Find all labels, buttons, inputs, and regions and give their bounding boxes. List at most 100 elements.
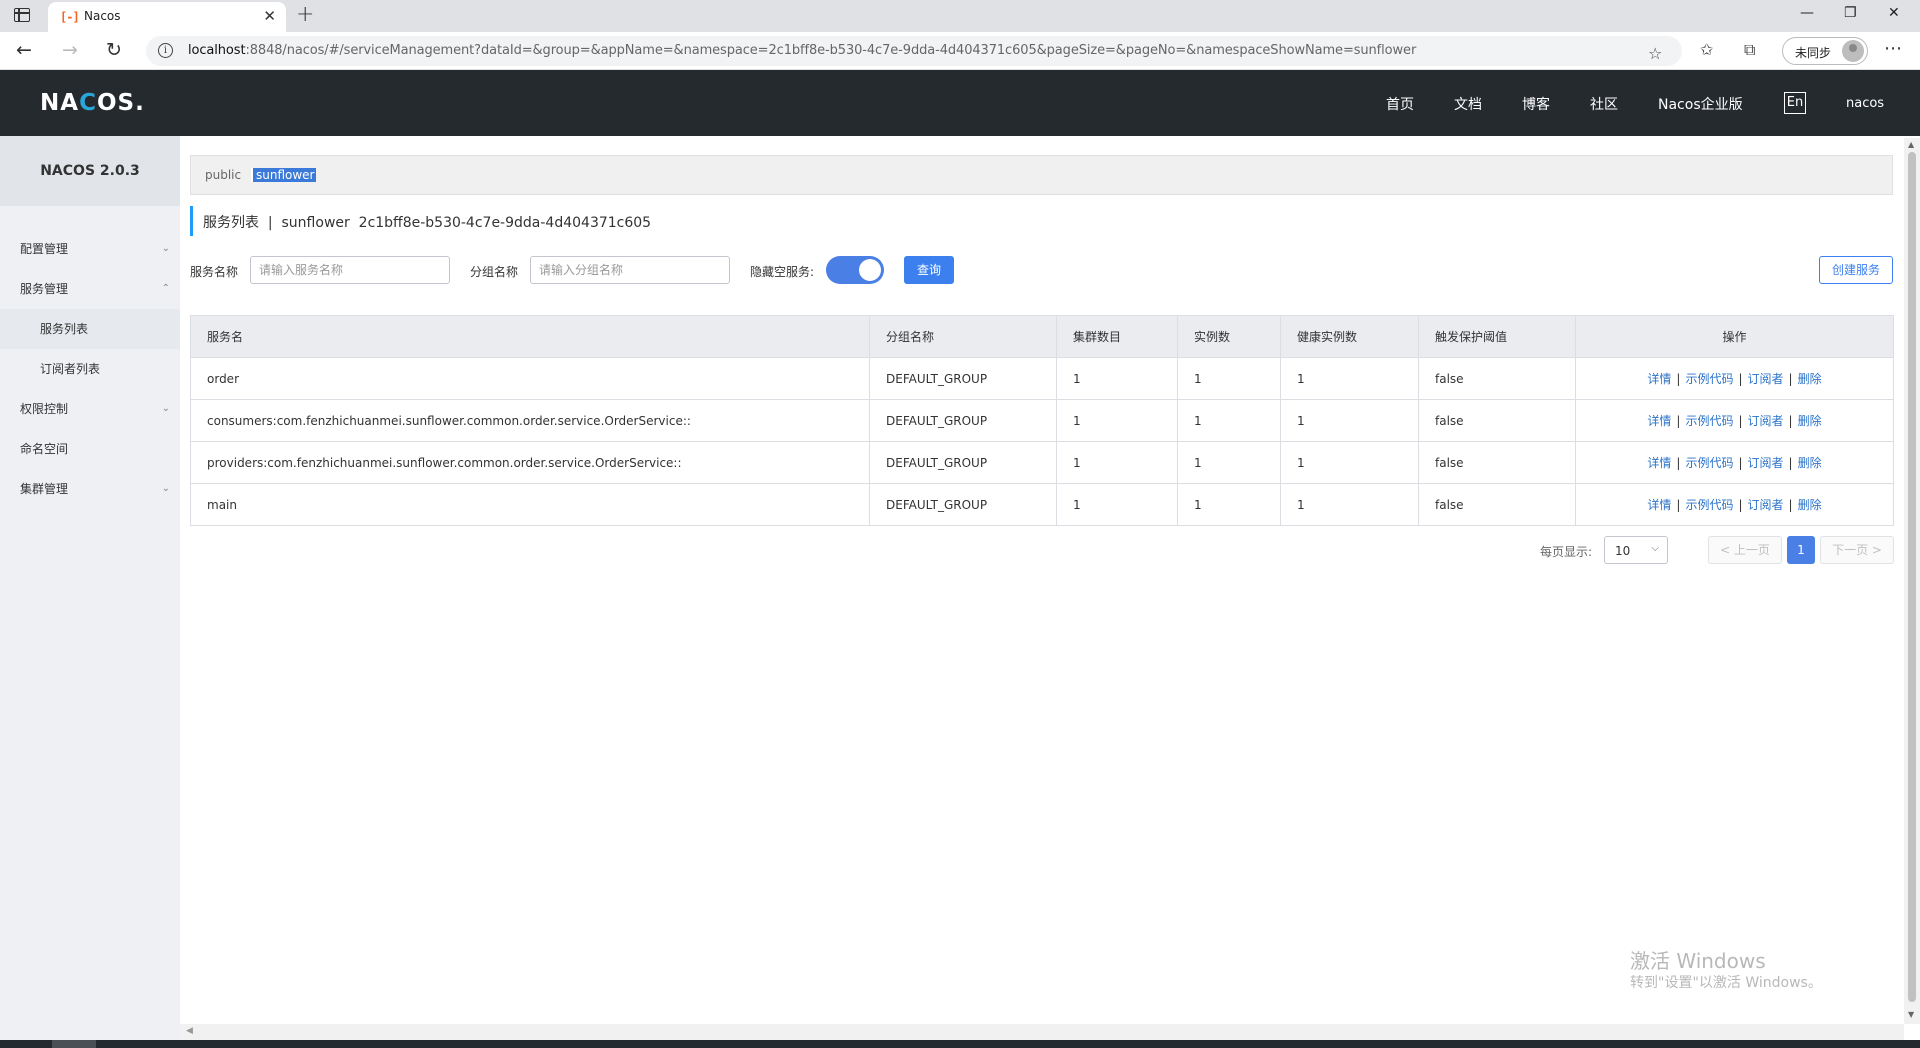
next-page-button[interactable]: 下一页 >: [1820, 536, 1894, 564]
vertical-scrollbar[interactable]: ▲ ▼: [1904, 138, 1920, 1024]
horizontal-scrollbar[interactable]: ◀: [180, 1024, 1904, 1040]
instances-cell: 1: [1177, 441, 1281, 484]
back-icon[interactable]: ←: [16, 39, 32, 61]
sidebar-item-cluster[interactable]: 集群管理 ⌄: [0, 469, 180, 509]
healthy-cell: 1: [1280, 441, 1419, 484]
sidebar-item-label: 权限控制: [20, 402, 69, 416]
subscribers-link[interactable]: 订阅者: [1748, 498, 1784, 512]
sample-code-link[interactable]: 示例代码: [1685, 372, 1733, 386]
page-size-select[interactable]: 10 ⌵: [1604, 536, 1668, 564]
nacos-logo[interactable]: NACOS.: [40, 90, 145, 116]
separator: |: [1676, 372, 1681, 386]
namespace-public[interactable]: public: [205, 168, 241, 182]
profile-button[interactable]: 未同步: [1782, 37, 1868, 65]
add-favorite-icon[interactable]: ☆: [1648, 44, 1662, 63]
nav-enterprise[interactable]: Nacos企业版: [1658, 94, 1743, 114]
chevron-down-icon: ⌄: [161, 483, 170, 494]
new-tab-icon[interactable]: +: [296, 2, 314, 27]
protect-cell: false: [1418, 483, 1576, 526]
detail-link[interactable]: 详情: [1647, 456, 1671, 470]
browser-tab[interactable]: [-] Nacos ✕: [48, 2, 286, 32]
prev-page-button[interactable]: < 上一页: [1708, 536, 1782, 564]
close-tab-icon[interactable]: ✕: [263, 7, 276, 25]
operations-cell: 详情 | 示例代码 | 订阅者 | 删除: [1575, 399, 1894, 442]
detail-link[interactable]: 详情: [1647, 498, 1671, 512]
subscribers-link[interactable]: 订阅者: [1748, 372, 1784, 386]
more-menu-icon[interactable]: ⋯: [1884, 38, 1902, 59]
service-name-input[interactable]: [250, 256, 450, 284]
activation-watermark-title: 激活 Windows: [1630, 949, 1766, 973]
sidebar-item-config[interactable]: 配置管理 ⌄: [0, 229, 180, 269]
close-window-icon[interactable]: ✕: [1888, 5, 1900, 21]
healthy-cell: 1: [1280, 483, 1419, 526]
operations-cell: 详情 | 示例代码 | 订阅者 | 删除: [1575, 357, 1894, 400]
sidebar-item-label: 配置管理: [20, 242, 69, 256]
sample-code-link[interactable]: 示例代码: [1685, 414, 1733, 428]
tab-actions-icon[interactable]: [14, 8, 30, 22]
instances-cell: 1: [1177, 399, 1281, 442]
user-menu[interactable]: nacos: [1846, 96, 1884, 111]
sidebar-item-auth[interactable]: 权限控制 ⌄: [0, 389, 180, 429]
query-button[interactable]: 查询: [904, 256, 954, 284]
collections-icon[interactable]: ⧉: [1744, 40, 1755, 60]
namespace-sunflower[interactable]: sunflower: [251, 168, 316, 182]
nav-blog[interactable]: 博客: [1522, 94, 1550, 114]
sidebar-item-service-management[interactable]: 服务管理 ⌃: [0, 269, 180, 309]
table-row: consumers:com.fenzhichuanmei.sunflower.c…: [190, 399, 1894, 442]
col-group-name: 分组名称: [869, 315, 1057, 358]
group-cell: DEFAULT_GROUP: [869, 441, 1057, 484]
nav-home[interactable]: 首页: [1386, 94, 1414, 114]
service-name-cell: main: [190, 483, 870, 526]
service-name-cell: providers:com.fenzhichuanmei.sunflower.c…: [190, 441, 870, 484]
table-row: main DEFAULT_GROUP 1 1 1 false 详情 | 示例代码 | 订…: [190, 483, 1894, 526]
delete-link[interactable]: 删除: [1798, 414, 1822, 428]
scroll-left-icon[interactable]: ◀: [186, 1026, 193, 1036]
sample-code-link[interactable]: 示例代码: [1685, 456, 1733, 470]
forward-icon[interactable]: →: [62, 39, 78, 61]
reload-icon[interactable]: ↻: [106, 39, 122, 61]
namespace-bar: public sunflower: [190, 155, 1893, 195]
url-text: localhost:8848/nacos/#/serviceManagement…: [188, 43, 1417, 58]
sidebar-item-label: 命名空间: [20, 442, 69, 456]
healthy-cell: 1: [1280, 357, 1419, 400]
detail-link[interactable]: 详情: [1647, 414, 1671, 428]
subscribers-link[interactable]: 订阅者: [1748, 456, 1784, 470]
service-name-cell: consumers:com.fenzhichuanmei.sunflower.c…: [190, 399, 870, 442]
sidebar-item-namespace[interactable]: 命名空间: [0, 429, 180, 469]
top-navbar: NACOS. 首页 文档 博客 社区 Nacos企业版 En nacos: [0, 70, 1920, 136]
group-name-input[interactable]: [530, 256, 730, 284]
clusters-cell: 1: [1056, 399, 1178, 442]
sample-code-link[interactable]: 示例代码: [1685, 498, 1733, 512]
delete-link[interactable]: 删除: [1798, 498, 1822, 512]
healthy-cell: 1: [1280, 399, 1419, 442]
chevron-down-icon: ⌵: [1651, 543, 1659, 554]
current-page-button[interactable]: 1: [1787, 536, 1815, 564]
create-service-button[interactable]: 创建服务: [1819, 256, 1893, 284]
url-field[interactable]: i localhost:8848/nacos/#/serviceManageme…: [146, 36, 1682, 66]
site-info-icon[interactable]: i: [158, 43, 173, 58]
nav-community[interactable]: 社区: [1590, 94, 1618, 114]
taskbar-item[interactable]: [52, 1040, 96, 1048]
delete-link[interactable]: 删除: [1798, 456, 1822, 470]
scroll-up-icon[interactable]: ▲: [1908, 140, 1914, 149]
clusters-cell: 1: [1056, 357, 1178, 400]
nav-docs[interactable]: 文档: [1454, 94, 1482, 114]
clusters-cell: 1: [1056, 441, 1178, 484]
scrollbar-thumb[interactable]: [1908, 152, 1916, 1002]
hide-empty-toggle[interactable]: [826, 256, 884, 284]
delete-link[interactable]: 删除: [1798, 372, 1822, 386]
sidebar-item-service-list[interactable]: 服务列表: [0, 309, 180, 349]
version-label: NACOS 2.0.3: [0, 136, 180, 206]
scroll-down-icon[interactable]: ▼: [1908, 1010, 1914, 1019]
language-switch-button[interactable]: En: [1784, 92, 1806, 114]
subscribers-link[interactable]: 订阅者: [1748, 414, 1784, 428]
table-row: providers:com.fenzhichuanmei.sunflower.c…: [190, 441, 1894, 484]
minimize-icon[interactable]: —: [1800, 5, 1814, 21]
group-name-label: 分组名称: [470, 265, 519, 279]
sidebar: NACOS 2.0.3 配置管理 ⌄ 服务管理 ⌃ 服务列表 订阅者列表 权限控…: [0, 136, 180, 1048]
favorites-icon[interactable]: ✩: [1700, 40, 1713, 59]
sidebar-item-subscribers[interactable]: 订阅者列表: [0, 349, 180, 389]
separator: |: [1788, 456, 1793, 470]
detail-link[interactable]: 详情: [1647, 372, 1671, 386]
restore-icon[interactable]: ❐: [1844, 5, 1857, 21]
